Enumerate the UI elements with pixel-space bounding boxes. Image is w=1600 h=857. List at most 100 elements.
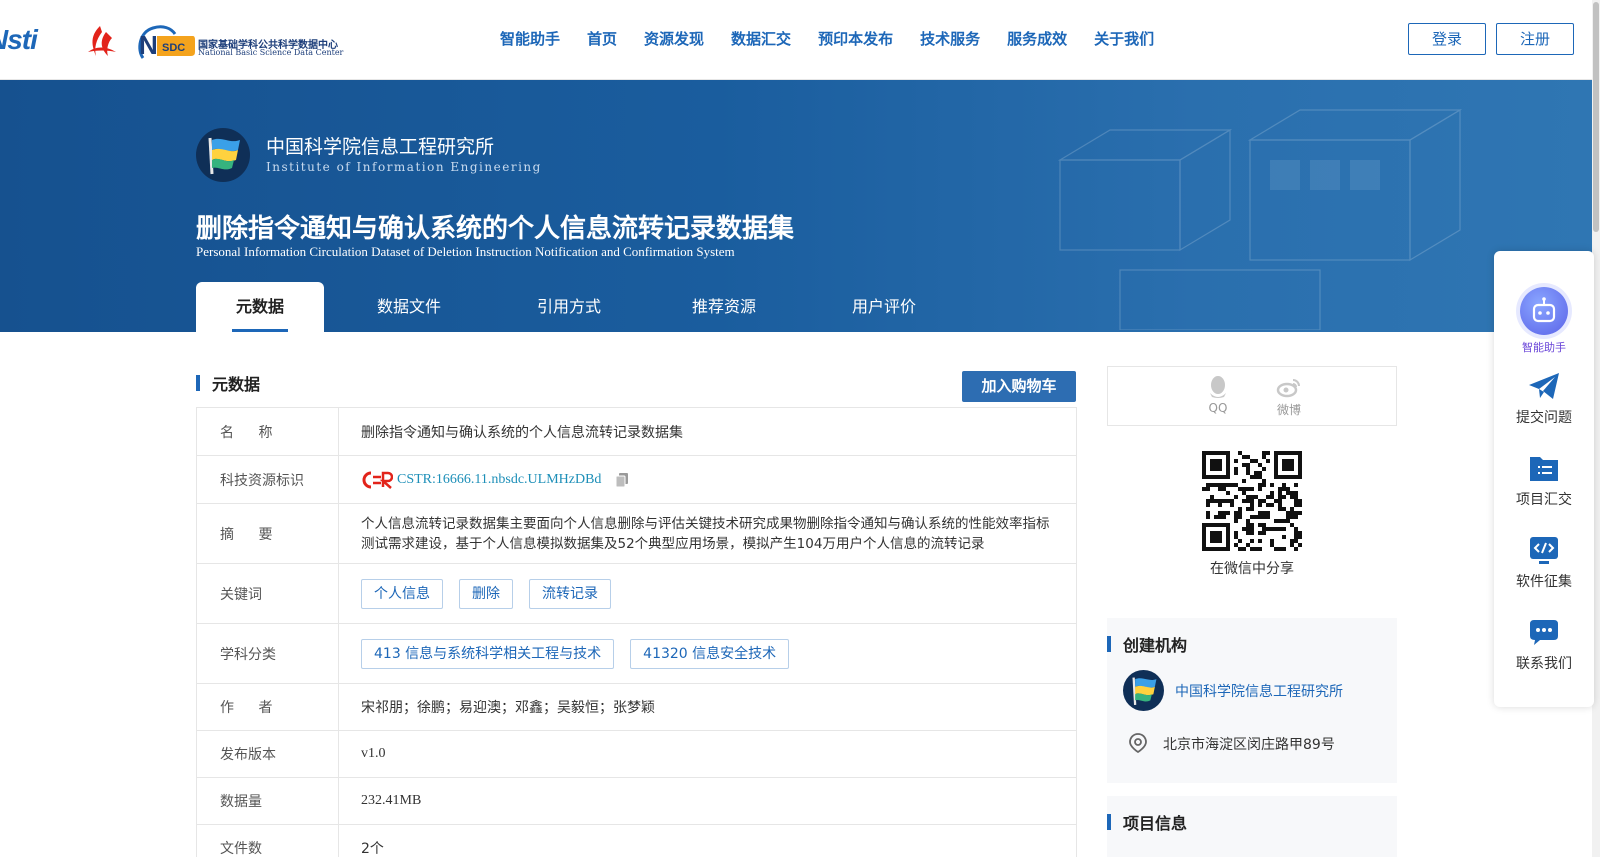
dataset-title: 删除指令通知与确认系统的个人信息流转记录数据集	[196, 214, 795, 244]
weibo-label: 微博	[1276, 403, 1301, 417]
red-flame-logo[interactable]	[82, 22, 120, 60]
institution-logo	[196, 128, 250, 182]
abstract-cell: 个人信息流转记录数据集主要面向个人信息删除与评估关键技术研究成果物删除指令通知与…	[339, 504, 1076, 563]
keyword-tag[interactable]: 个人信息	[361, 578, 443, 609]
metadata-section-header: 元数据	[196, 371, 260, 395]
tab-citation[interactable]: 引用方式	[494, 282, 644, 332]
login-button[interactable]: 登录	[1408, 23, 1486, 55]
main-nav: 智能助手 首页 资源发现 数据汇交 预印本发布 技术服务 服务成效 关于我们	[500, 28, 1181, 49]
float-ai-assistant[interactable]: 智能助手	[1494, 287, 1594, 355]
authors-value: 宋祁朋；徐鹏；易迎澳；邓鑫；吴毅恒；张梦颖	[361, 700, 655, 716]
table-row: 文件数 2个	[197, 825, 1076, 857]
project-info-title: 项目信息	[1123, 814, 1188, 833]
top-navigation-bar: Nsti N SDC 国家基础学科公共科学数据中心 National Basic…	[0, 0, 1600, 80]
table-row: 作 者 宋祁朋；徐鹏；易迎澳；邓鑫；吴毅恒；张梦颖	[197, 684, 1076, 731]
qq-label: QQ	[1208, 401, 1228, 415]
float-submit-label: 提交问题	[1516, 410, 1572, 426]
banner-decoration	[1057, 108, 1463, 330]
dataset-name-value: 删除指令通知与确认系统的个人信息流转记录数据集	[361, 424, 683, 441]
metadata-section-title: 元数据	[212, 375, 261, 394]
row-label: 作 者	[197, 684, 339, 730]
org-address: 北京市海淀区闵庄路甲89号	[1163, 737, 1335, 753]
org-logo	[1123, 670, 1164, 711]
row-label: 发布版本	[197, 731, 339, 777]
table-row: 数据量 232.41MB	[197, 778, 1076, 825]
nsdc-logo-en: National Basic Science Data Center	[198, 48, 344, 57]
share-box: QQ 微博	[1107, 366, 1397, 426]
nav-preprint[interactable]: 预印本发布	[818, 28, 893, 49]
section-accent-bar	[196, 375, 200, 391]
nav-service-results[interactable]: 服务成效	[1007, 28, 1067, 49]
float-contact-us[interactable]: 联系我们	[1494, 617, 1594, 673]
org-name-link[interactable]: 中国科学院信息工程研究所	[1175, 681, 1343, 701]
identifier-value: CSTR:16666.11.nbsdc.ULMHzDBd	[339, 456, 1076, 503]
location-pin-icon	[1129, 733, 1147, 754]
floating-toolbar: 智能助手 提交问题 项目汇交 软件征集 联系我们	[1494, 251, 1594, 707]
svg-text:N: N	[139, 30, 158, 60]
cstr-icon	[362, 471, 393, 489]
float-project-submission[interactable]: 项目汇交	[1494, 453, 1594, 509]
tab-user-reviews[interactable]: 用户评价	[804, 282, 964, 332]
float-submit-question[interactable]: 提交问题	[1494, 371, 1594, 427]
share-weibo[interactable]: 微博	[1269, 375, 1309, 418]
share-qq[interactable]: QQ	[1198, 375, 1238, 415]
table-row: 科技资源标识 CSTR:16666.11.nbsdc.ULMHzDBd	[197, 456, 1076, 504]
copy-icon[interactable]	[615, 472, 629, 488]
dataset-tabs: 元数据 数据文件 引用方式 推荐资源 用户评价	[196, 282, 964, 332]
float-ai-label: 智能助手	[1522, 341, 1566, 354]
card-header: 创建机构	[1107, 632, 1187, 656]
keyword-tag[interactable]: 删除	[459, 578, 513, 609]
keyword-tag[interactable]: 流转记录	[529, 578, 611, 609]
nav-about[interactable]: 关于我们	[1094, 28, 1154, 49]
nav-home[interactable]: 首页	[587, 28, 617, 49]
subjects-cell: 413 信息与系统科学相关工程与技术 41320 信息安全技术	[339, 624, 1076, 683]
row-label: 文件数	[197, 825, 339, 857]
dataset-subtitle: Personal Information Circulation Dataset…	[196, 244, 735, 259]
nav-tech-service[interactable]: 技术服务	[920, 28, 980, 49]
float-contact-label: 联系我们	[1516, 656, 1572, 672]
paper-plane-icon	[1529, 373, 1559, 399]
tab-data-files[interactable]: 数据文件	[324, 282, 494, 332]
subject-tag[interactable]: 41320 信息安全技术	[630, 638, 790, 669]
table-row: 学科分类 413 信息与系统科学相关工程与技术 41320 信息安全技术	[197, 624, 1076, 684]
file-count-value: 2个	[361, 841, 384, 857]
section-accent-bar	[1107, 636, 1111, 652]
nav-ai-assistant[interactable]: 智能助手	[500, 28, 560, 49]
table-row: 关键词 个人信息 删除 流转记录	[197, 564, 1076, 624]
register-button[interactable]: 注册	[1496, 23, 1574, 55]
nsti-logo[interactable]: Nsti	[0, 28, 68, 58]
tab-recommended[interactable]: 推荐资源	[644, 282, 804, 332]
weibo-icon	[1276, 379, 1300, 398]
project-info-card: 项目信息	[1107, 796, 1397, 857]
version-value: v1.0	[361, 746, 386, 761]
table-row: 摘 要 个人信息流转记录数据集主要面向个人信息删除与评估关键技术研究成果物删除指…	[197, 504, 1076, 564]
cstr-link[interactable]: CSTR:16666.11.nbsdc.ULMHzDBd	[397, 472, 601, 488]
float-software-label: 软件征集	[1516, 574, 1572, 590]
nsdc-logo[interactable]: N SDC 国家基础学科公共科学数据中心 National Basic Scie…	[135, 22, 350, 62]
row-label: 名 称	[197, 408, 339, 455]
float-software-collection[interactable]: 软件征集	[1494, 535, 1594, 591]
institution-name-en: Institute of Information Engineering	[266, 160, 542, 174]
metadata-table: 名 称 删除指令通知与确认系统的个人信息流转记录数据集 科技资源标识 CSTR:…	[196, 407, 1077, 857]
data-size-value: 232.41MB	[361, 793, 422, 808]
nsdc-emblem-icon: N SDC	[138, 25, 195, 60]
table-row: 名 称 删除指令通知与确认系统的个人信息流转记录数据集	[197, 408, 1076, 456]
row-label: 数据量	[197, 778, 339, 824]
tab-metadata[interactable]: 元数据	[196, 282, 324, 332]
creator-org-card: 创建机构 中国科学院信息工程研究所 北京市海淀区闵庄路甲89号	[1107, 618, 1397, 783]
subject-tag[interactable]: 413 信息与系统科学相关工程与技术	[361, 638, 615, 669]
row-label: 关键词	[197, 564, 339, 623]
wechat-share-caption: 在微信中分享	[1210, 561, 1294, 577]
nav-resource-discovery[interactable]: 资源发现	[644, 28, 704, 49]
add-to-cart-button[interactable]: 加入购物车	[962, 371, 1076, 402]
wechat-qr-code	[1202, 451, 1302, 551]
robot-icon	[1520, 287, 1568, 335]
scrollbar-thumb[interactable]	[1593, 2, 1599, 232]
code-icon	[1530, 537, 1558, 564]
qq-icon	[1210, 376, 1226, 398]
nav-data-submission[interactable]: 数据汇交	[731, 28, 791, 49]
keywords-cell: 个人信息 删除 流转记录	[339, 564, 1076, 623]
institution-name-cn[interactable]: 中国科学院信息工程研究所	[266, 132, 494, 159]
row-label: 学科分类	[197, 624, 339, 683]
float-project-label: 项目汇交	[1516, 492, 1572, 508]
